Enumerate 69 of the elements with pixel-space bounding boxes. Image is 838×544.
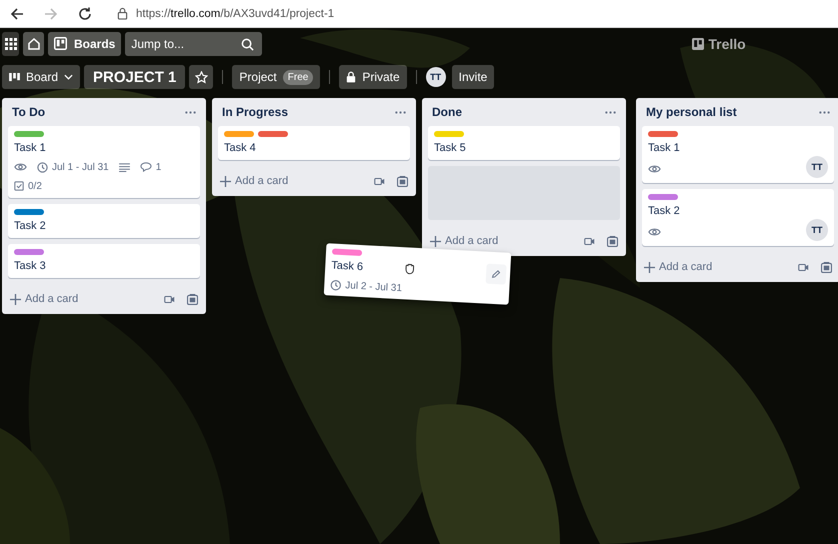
list-title[interactable]: To Do: [12, 105, 46, 119]
list-title[interactable]: Done: [432, 105, 462, 119]
more-icon[interactable]: [185, 110, 196, 114]
list-title[interactable]: In Progress: [222, 105, 288, 119]
card-title: Task 5: [434, 141, 467, 155]
apps-icon[interactable]: [2, 32, 19, 56]
due-date: Jul 2 - Jul 31: [345, 280, 402, 294]
logo-text: Trello: [708, 36, 746, 52]
due-date: Jul 1 - Jul 31: [52, 162, 109, 172]
back-icon[interactable]: [9, 6, 25, 22]
plus-icon: [10, 294, 21, 304]
view-switcher[interactable]: Board: [2, 65, 80, 89]
comment-icon: [140, 162, 152, 172]
logo-icon: [692, 38, 704, 50]
board-icon: [54, 37, 67, 50]
template-icon[interactable]: [607, 236, 618, 246]
video-icon[interactable]: [164, 296, 175, 302]
add-card-button[interactable]: Add a card: [644, 261, 712, 273]
checklist-icon: [14, 181, 24, 191]
visibility-button[interactable]: Private: [339, 65, 407, 89]
search-icon: [241, 38, 254, 50]
plus-icon: [430, 236, 441, 246]
board-title[interactable]: PROJECT 1: [84, 65, 186, 89]
more-icon[interactable]: [819, 110, 830, 114]
template-icon[interactable]: [187, 294, 198, 304]
card-title: Task 1: [648, 141, 681, 155]
clock-icon: [330, 278, 342, 291]
video-icon[interactable]: [798, 264, 809, 270]
task-card[interactable]: Task 1 TT: [642, 126, 834, 183]
checklist-count: 0/2: [28, 180, 42, 192]
template-icon[interactable]: [397, 176, 408, 186]
plus-icon: [220, 176, 231, 186]
more-icon[interactable]: [605, 110, 616, 114]
template-icon[interactable]: [821, 262, 832, 272]
card-title: Task 2: [14, 219, 47, 233]
card-title: Task 1: [14, 141, 47, 155]
add-card-button[interactable]: Add a card: [10, 293, 78, 305]
more-icon[interactable]: [395, 110, 406, 114]
reload-icon[interactable]: [77, 6, 93, 22]
card-title: Task 6: [330, 258, 364, 274]
workspace-button[interactable]: Project Free: [232, 65, 320, 89]
member-avatar[interactable]: TT: [806, 156, 828, 178]
lock-icon: [346, 71, 356, 83]
task-card[interactable]: Task 5: [428, 126, 620, 160]
task-card[interactable]: Task 3: [8, 244, 200, 278]
video-icon[interactable]: [374, 178, 385, 184]
plus-icon: [644, 262, 655, 272]
hand-cursor-icon: [402, 261, 417, 275]
invite-button[interactable]: Invite: [452, 65, 494, 89]
card-title: Task 4: [224, 141, 257, 155]
lock-icon: [117, 7, 128, 20]
member-avatar[interactable]: TT: [806, 219, 828, 241]
chevron-icon: [64, 74, 74, 80]
video-icon[interactable]: [584, 238, 595, 244]
task-card[interactable]: Task 4: [218, 126, 410, 160]
list-title[interactable]: My personal list: [646, 105, 737, 119]
clock-icon: [37, 162, 48, 172]
home-icon[interactable]: [23, 32, 44, 56]
comment-count: 1: [156, 162, 162, 172]
task-card[interactable]: Task 2 TT: [642, 189, 834, 246]
card-title: Task 2: [648, 204, 681, 218]
task-card[interactable]: Task 1 Jul 1 - Jul 31 1 0/2: [8, 126, 200, 198]
edit-icon[interactable]: [486, 264, 507, 285]
add-card-button[interactable]: Add a card: [220, 175, 288, 187]
task-card[interactable]: Task 2: [8, 204, 200, 238]
card-title: Task 3: [14, 259, 47, 273]
board-view-icon: [9, 72, 20, 82]
plan-badge: Free: [282, 70, 314, 84]
boards-button[interactable]: Boards: [48, 32, 122, 56]
